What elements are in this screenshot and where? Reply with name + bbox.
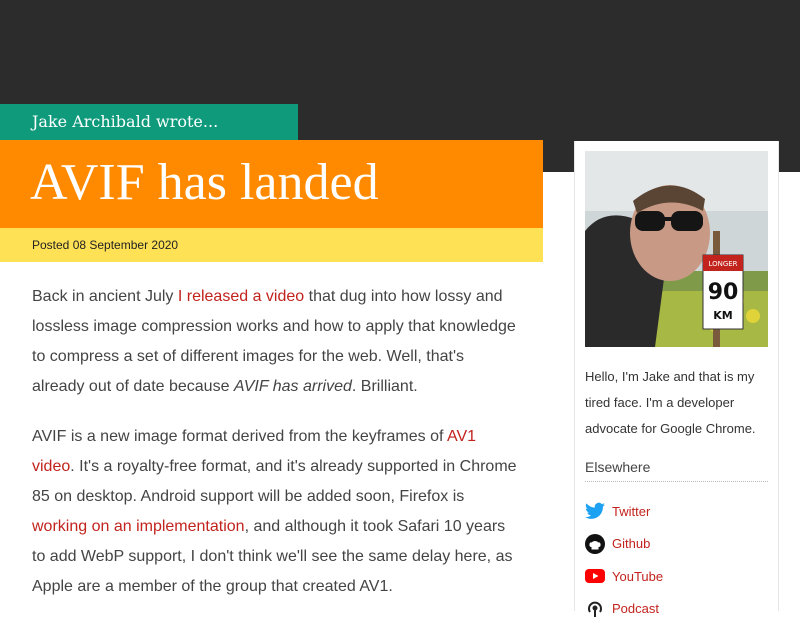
github-label: Github bbox=[612, 536, 650, 551]
author-photo-illustration: LONGER 90 KM bbox=[585, 151, 768, 347]
github-link[interactable]: Github bbox=[585, 528, 768, 561]
article-paragraph-2: AVIF is a new image format derived from … bbox=[32, 422, 518, 602]
author-photo: LONGER 90 KM bbox=[585, 151, 768, 347]
released-video-link[interactable]: I released a video bbox=[178, 288, 304, 305]
twitter-link[interactable]: Twitter bbox=[585, 495, 768, 528]
podcast-icon bbox=[585, 599, 605, 619]
article-body: Back in ancient July I released a video … bbox=[32, 282, 518, 622]
article-paragraph-1: Back in ancient July I released a video … bbox=[32, 282, 518, 402]
author-bio: Hello, I'm Jake and that is my tired fac… bbox=[585, 364, 770, 442]
text-segment: . It's a royalty-free format, and it's a… bbox=[32, 458, 517, 505]
firefox-implementation-link[interactable]: working on an implementation bbox=[32, 518, 245, 535]
sign-top-text: LONGER bbox=[708, 260, 737, 268]
title-bar: AVIF has landed bbox=[0, 140, 543, 228]
emphasis-text: AVIF has arrived bbox=[234, 378, 352, 395]
page-title: AVIF has landed bbox=[30, 148, 379, 218]
youtube-label: YouTube bbox=[612, 569, 663, 584]
youtube-icon bbox=[585, 566, 605, 586]
social-links: Twitter Github YouTube Podcast bbox=[585, 495, 768, 625]
github-icon bbox=[585, 534, 605, 554]
sign-unit: KM bbox=[713, 309, 732, 322]
twitter-icon bbox=[585, 501, 605, 521]
podcast-label: Podcast bbox=[612, 601, 659, 616]
podcast-link[interactable]: Podcast bbox=[585, 593, 768, 625]
elsewhere-heading: Elsewhere bbox=[585, 459, 768, 482]
text-segment: Back in ancient July bbox=[32, 288, 178, 305]
author-byline: Jake Archibald wrote... bbox=[0, 104, 298, 140]
sidebar: LONGER 90 KM Hello, I'm Jake and that is… bbox=[574, 141, 779, 611]
youtube-link[interactable]: YouTube bbox=[585, 560, 768, 593]
text-segment: AVIF is a new image format derived from … bbox=[32, 428, 447, 445]
twitter-label: Twitter bbox=[612, 504, 650, 519]
text-segment: . Brilliant. bbox=[352, 378, 418, 395]
sign-number: 90 bbox=[708, 280, 739, 305]
posted-date: Posted 08 September 2020 bbox=[0, 228, 543, 262]
